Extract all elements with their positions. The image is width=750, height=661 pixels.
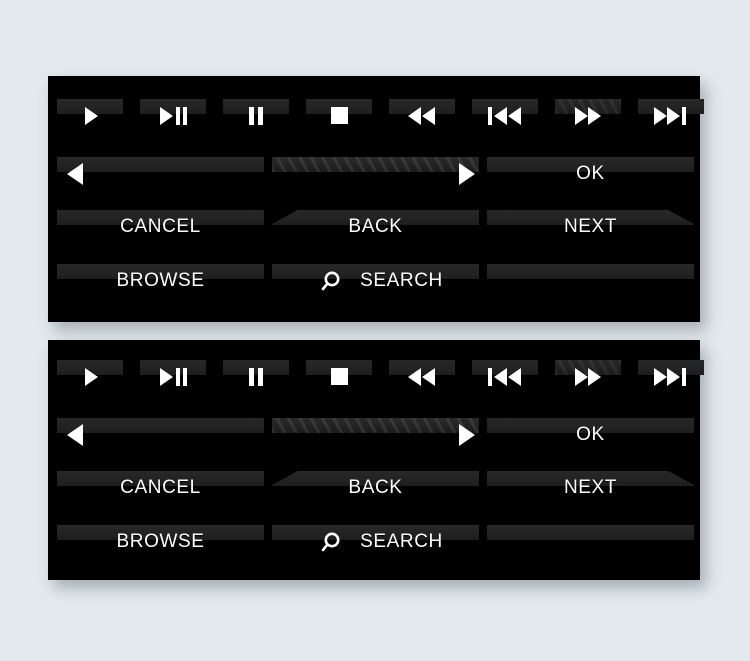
rewind-button[interactable] xyxy=(389,360,455,402)
play-pause-button-bar xyxy=(140,360,206,375)
ok-button-label: OK xyxy=(576,424,605,445)
play-pause-button[interactable] xyxy=(140,360,206,402)
pause-button[interactable] xyxy=(223,360,289,402)
fast-forward-button[interactable] xyxy=(555,360,621,402)
previous-track-button[interactable] xyxy=(472,99,538,141)
search-button[interactable]: SEARCH xyxy=(272,525,479,567)
next-track-button[interactable] xyxy=(638,99,704,141)
stop-button[interactable] xyxy=(306,99,372,141)
control-panel-top: OK CANCEL BACK NEXT BROWSE SEARCH xyxy=(48,76,704,322)
next-button[interactable]: NEXT xyxy=(487,471,694,513)
previous-track-button-bar xyxy=(472,99,538,114)
search-button-label: SEARCH xyxy=(360,270,443,291)
nav-row: OK xyxy=(48,157,700,199)
browse-button-label: BROWSE xyxy=(116,270,205,291)
play-button[interactable] xyxy=(57,360,123,402)
rewind-button-bar xyxy=(389,360,455,375)
next-track-button-bar xyxy=(638,99,704,114)
browse-button[interactable]: BROWSE xyxy=(57,525,264,567)
next-button-label: NEXT xyxy=(563,477,618,498)
stop-button-bar xyxy=(306,99,372,114)
next-button-label: NEXT xyxy=(563,216,618,237)
button-set-stage: OK CANCEL BACK NEXT BROWSE SEARCH OK CAN… xyxy=(0,0,750,661)
rewind-button[interactable] xyxy=(389,99,455,141)
play-button-bar xyxy=(57,99,123,114)
back-button[interactable]: BACK xyxy=(272,471,479,513)
search-button-label: SEARCH xyxy=(360,531,443,552)
utility-row: BROWSE SEARCH xyxy=(48,525,700,567)
action-row: CANCEL BACK NEXT xyxy=(48,471,700,513)
back-button-label: BACK xyxy=(348,477,403,498)
back-button-label: BACK xyxy=(348,216,403,237)
nav-row: OK xyxy=(48,418,700,460)
fast-forward-button[interactable] xyxy=(555,99,621,141)
fast-forward-button-bar xyxy=(555,99,621,114)
pause-button[interactable] xyxy=(223,99,289,141)
utility-row: BROWSE SEARCH xyxy=(48,264,700,306)
stop-button-bar xyxy=(306,360,372,375)
ok-button-label: OK xyxy=(576,163,605,184)
stop-button[interactable] xyxy=(306,360,372,402)
transport-row xyxy=(48,99,704,141)
pause-button-bar xyxy=(223,360,289,375)
action-row: CANCEL BACK NEXT xyxy=(48,210,700,252)
blank-button-bar xyxy=(487,264,694,279)
ok-button[interactable]: OK xyxy=(487,418,694,460)
previous-track-button[interactable] xyxy=(472,360,538,402)
cancel-button[interactable]: CANCEL xyxy=(57,210,264,252)
blank-button[interactable] xyxy=(487,525,694,567)
cancel-button[interactable]: CANCEL xyxy=(57,471,264,513)
blank-button[interactable] xyxy=(487,264,694,306)
transport-row xyxy=(48,360,704,402)
next-arrow-button-bar xyxy=(272,418,479,433)
next-arrow-button[interactable] xyxy=(272,157,479,199)
previous-arrow-button-bar xyxy=(57,418,264,433)
previous-arrow-button[interactable] xyxy=(57,418,264,460)
play-pause-button-bar xyxy=(140,99,206,114)
play-button-bar xyxy=(57,360,123,375)
next-track-button[interactable] xyxy=(638,360,704,402)
cancel-button-label: CANCEL xyxy=(120,216,201,237)
next-arrow-button[interactable] xyxy=(272,418,479,460)
previous-arrow-button-bar xyxy=(57,157,264,172)
previous-arrow-button[interactable] xyxy=(57,157,264,199)
pause-button-bar xyxy=(223,99,289,114)
browse-button[interactable]: BROWSE xyxy=(57,264,264,306)
browse-button-label: BROWSE xyxy=(116,531,205,552)
ok-button[interactable]: OK xyxy=(487,157,694,199)
play-button[interactable] xyxy=(57,99,123,141)
search-button[interactable]: SEARCH xyxy=(272,264,479,306)
next-arrow-button-bar xyxy=(272,157,479,172)
blank-button-bar xyxy=(487,525,694,540)
next-track-button-bar xyxy=(638,360,704,375)
control-panel-bottom: OK CANCEL BACK NEXT BROWSE SEARCH xyxy=(48,340,704,580)
cancel-button-label: CANCEL xyxy=(120,477,201,498)
play-pause-button[interactable] xyxy=(140,99,206,141)
rewind-button-bar xyxy=(389,99,455,114)
previous-track-button-bar xyxy=(472,360,538,375)
back-button[interactable]: BACK xyxy=(272,210,479,252)
fast-forward-button-bar xyxy=(555,360,621,375)
next-button[interactable]: NEXT xyxy=(487,210,694,252)
